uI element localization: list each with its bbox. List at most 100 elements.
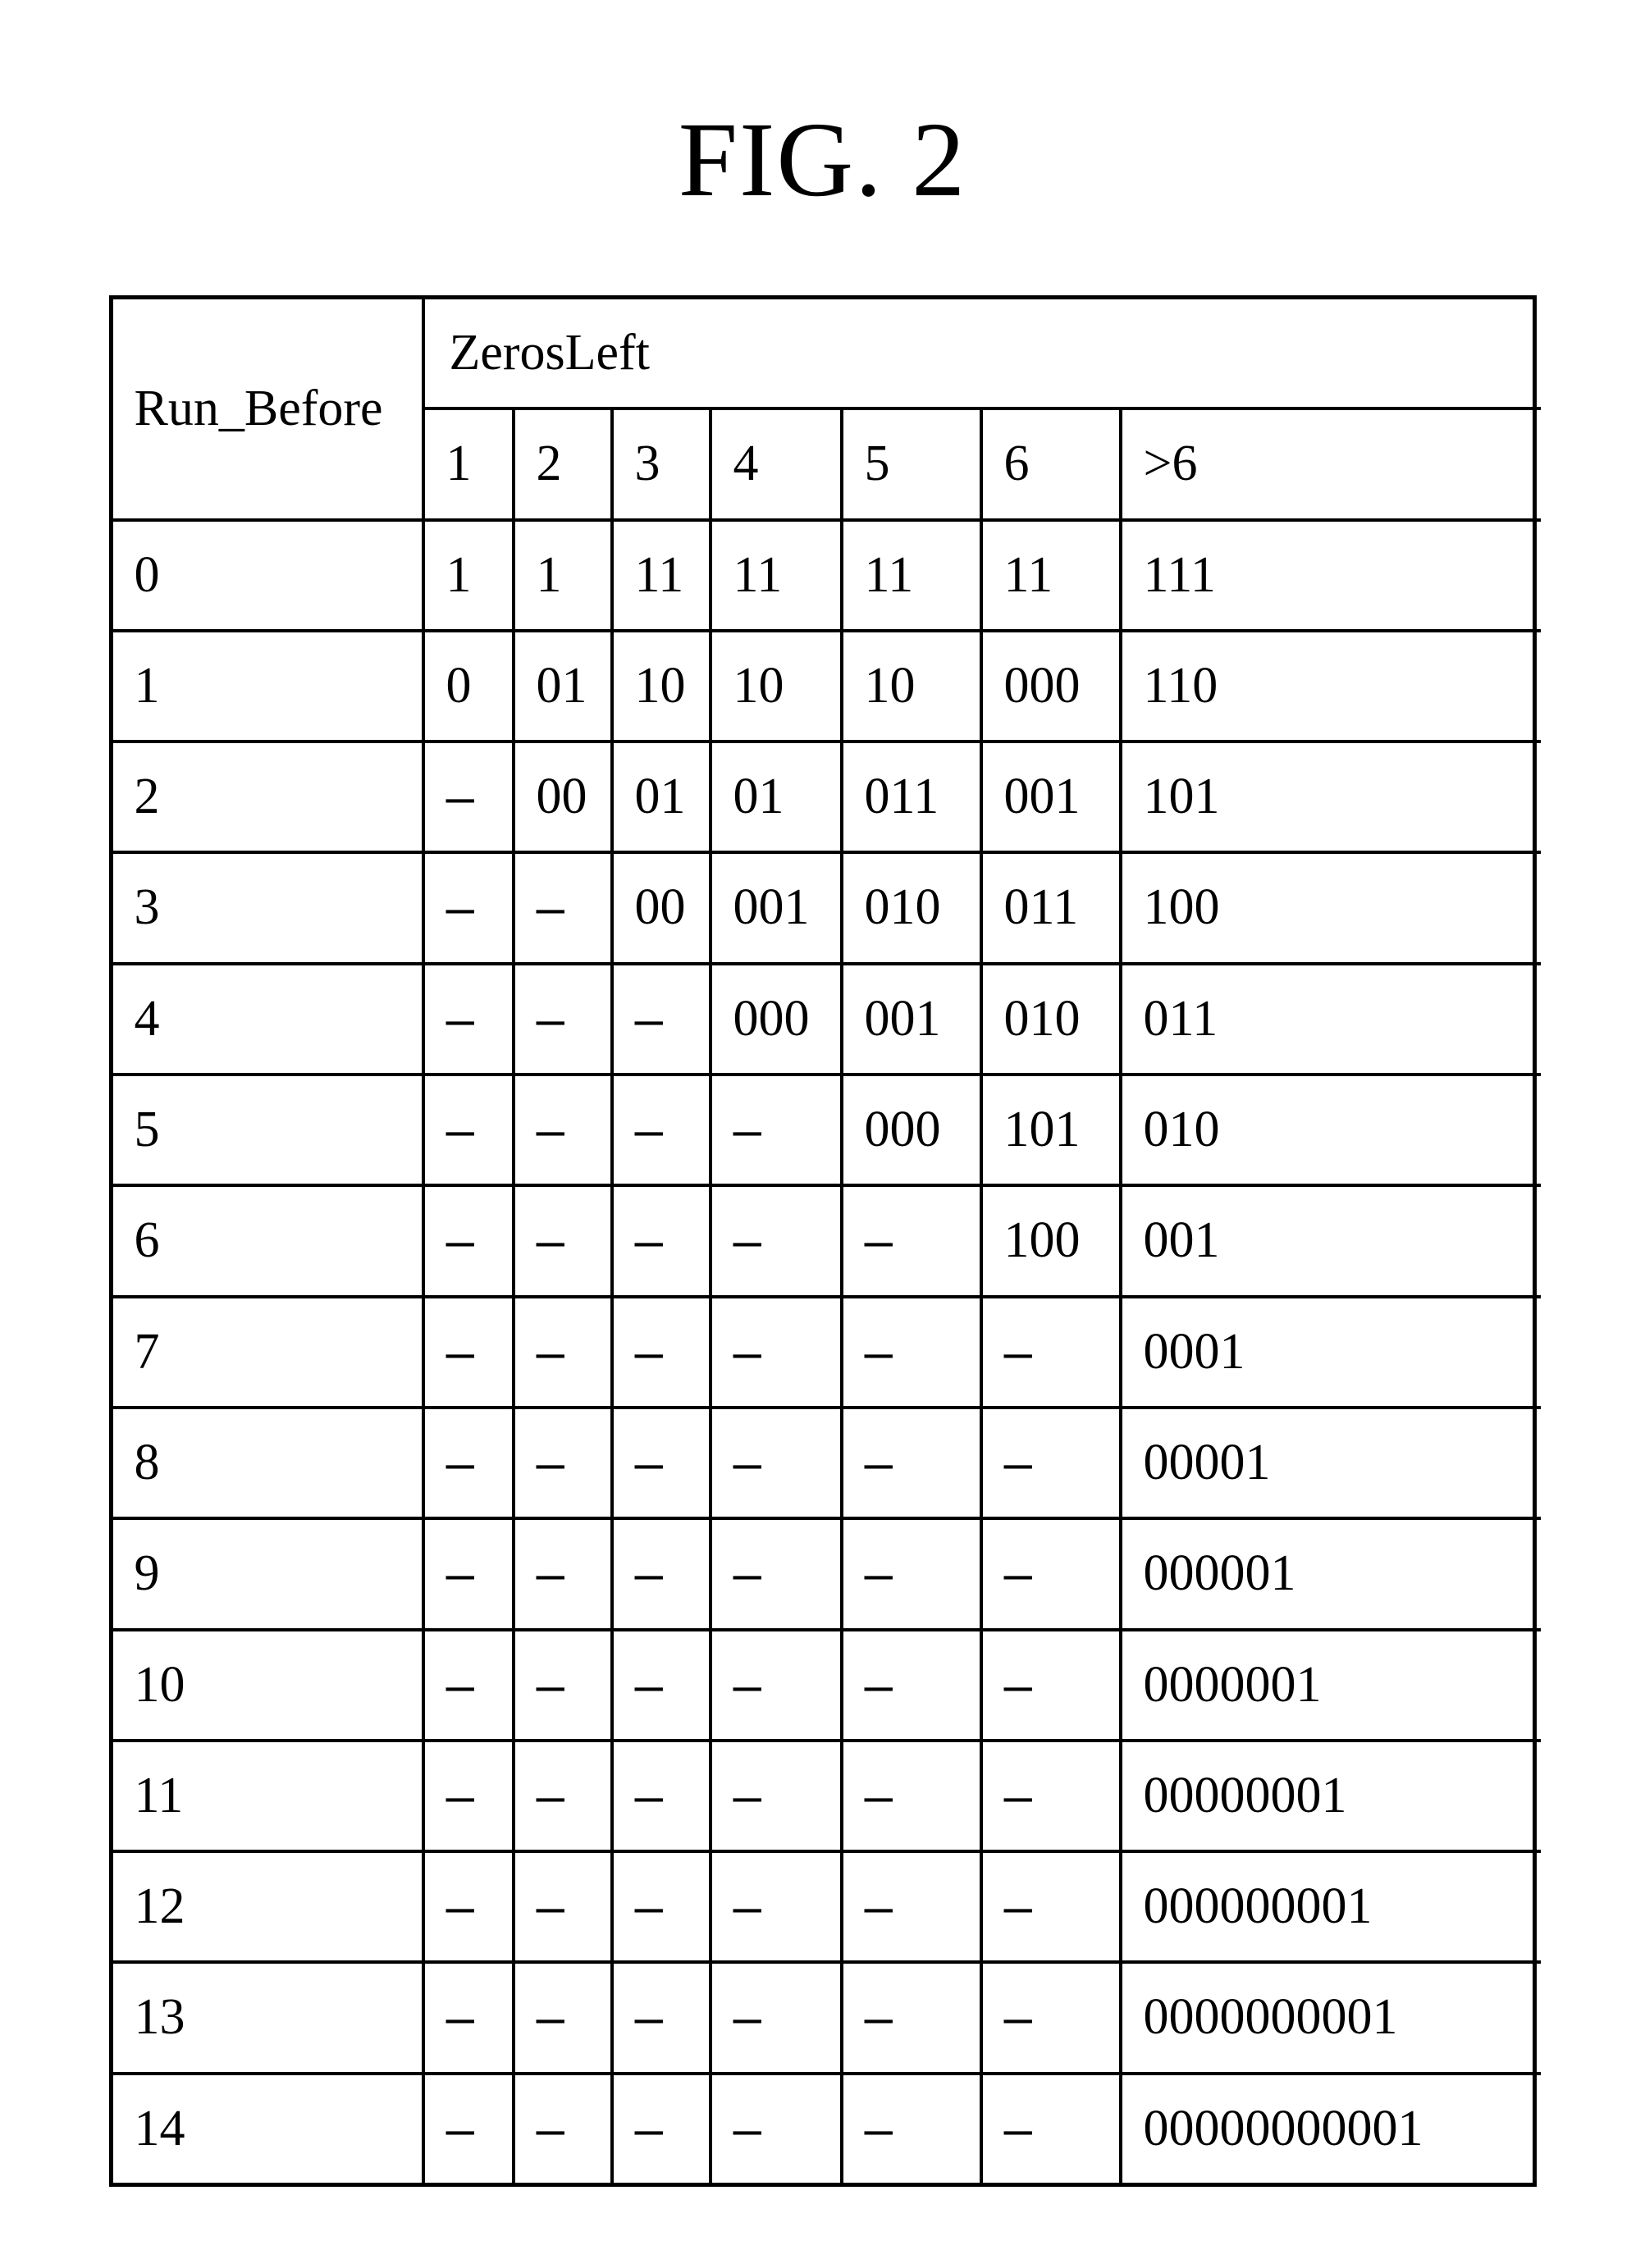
table-cell: – — [614, 1076, 712, 1187]
table-cell: – — [515, 1853, 614, 1964]
row-label: 11 — [113, 1742, 425, 1853]
table-cell: – — [425, 854, 515, 965]
table-cell: – — [614, 1520, 712, 1631]
row-label: 12 — [113, 1853, 425, 1964]
col-group-header: ZerosLeft — [425, 299, 1541, 410]
table-cell: 001 — [843, 965, 983, 1076]
table-cell: 11 — [712, 522, 843, 632]
table-cell: 101 — [983, 1076, 1122, 1187]
table-cell: – — [515, 854, 614, 965]
table-cell: – — [843, 1520, 983, 1631]
table-cell: – — [712, 1520, 843, 1631]
table-cell: – — [425, 1742, 515, 1853]
table-cell: 00 — [614, 854, 712, 965]
row-header: Run_Before — [113, 299, 425, 522]
table-cell: 1 — [425, 522, 515, 632]
table-cell: 000 — [712, 965, 843, 1076]
table-cell: – — [614, 965, 712, 1076]
table-cell: – — [425, 1409, 515, 1520]
table-cell: – — [425, 1076, 515, 1187]
row-label: 4 — [113, 965, 425, 1076]
table-cell: 11 — [614, 522, 712, 632]
table-cell: 00 — [515, 743, 614, 854]
row-label: 14 — [113, 2075, 425, 2183]
table-cell: – — [712, 2075, 843, 2183]
table-cell: 001 — [712, 854, 843, 965]
table-cell: 000 — [843, 1076, 983, 1187]
row-label: 6 — [113, 1187, 425, 1298]
table-cell: – — [712, 1409, 843, 1520]
table-cell: 10 — [614, 632, 712, 743]
table-cell: – — [425, 1964, 515, 2074]
col-header: 2 — [515, 410, 614, 521]
table-cell: 111 — [1122, 522, 1541, 632]
table-cell: 010 — [1122, 1076, 1541, 1187]
table-cell: – — [843, 1298, 983, 1409]
col-header: 6 — [983, 410, 1122, 521]
row-label: 1 — [113, 632, 425, 743]
table-cell: – — [614, 2075, 712, 2183]
table-cell: – — [983, 1631, 1122, 1742]
table-cell: 00001 — [1122, 1409, 1541, 1520]
table-cell: 0001 — [1122, 1298, 1541, 1409]
table-cell: – — [983, 1520, 1122, 1631]
table-cell: – — [843, 1742, 983, 1853]
table-cell: 01 — [515, 632, 614, 743]
table-cell: 001 — [983, 743, 1122, 854]
table-cell: – — [843, 1853, 983, 1964]
table-cell: 101 — [1122, 743, 1541, 854]
table-cell: – — [614, 1853, 712, 1964]
table-cell: – — [515, 1076, 614, 1187]
table-cell: – — [843, 1409, 983, 1520]
table-cell: – — [425, 1631, 515, 1742]
table-cell: – — [712, 1076, 843, 1187]
table-cell: – — [983, 1853, 1122, 1964]
table-cell: – — [515, 2075, 614, 2183]
table-cell: 000 — [983, 632, 1122, 743]
table-cell: – — [614, 1409, 712, 1520]
row-label: 5 — [113, 1076, 425, 1187]
table-cell: 11 — [983, 522, 1122, 632]
table-cell: 001 — [1122, 1187, 1541, 1298]
table-cell: – — [614, 1742, 712, 1853]
table-cell: 000001 — [1122, 1520, 1541, 1631]
table-cell: – — [425, 743, 515, 854]
run-before-table: Run_BeforeZerosLeft123456>60111111111111… — [109, 295, 1537, 2187]
table-cell: 110 — [1122, 632, 1541, 743]
table-cell: 010 — [983, 965, 1122, 1076]
col-header: 4 — [712, 410, 843, 521]
table-cell: – — [712, 1631, 843, 1742]
col-header: 1 — [425, 410, 515, 521]
table-cell: 0000000001 — [1122, 1964, 1541, 2074]
table-cell: 011 — [843, 743, 983, 854]
table-cell: – — [983, 2075, 1122, 2183]
table-cell: – — [614, 1631, 712, 1742]
table-cell: 0 — [425, 632, 515, 743]
table-cell: – — [425, 1853, 515, 1964]
row-label: 2 — [113, 743, 425, 854]
table-cell: – — [712, 1187, 843, 1298]
table-cell: – — [515, 1631, 614, 1742]
table-cell: – — [843, 1964, 983, 2074]
table-cell: 000000001 — [1122, 1853, 1541, 1964]
table-cell: – — [515, 965, 614, 1076]
table-cell: – — [712, 1964, 843, 2074]
col-header: >6 — [1122, 410, 1541, 521]
table-cell: – — [515, 1520, 614, 1631]
table-cell: – — [515, 1964, 614, 2074]
row-label: 9 — [113, 1520, 425, 1631]
table-cell: – — [425, 1520, 515, 1631]
table-cell: 100 — [983, 1187, 1122, 1298]
figure-page: FIG. 2 Run_BeforeZerosLeft123456>6011111… — [0, 0, 1645, 2268]
table-cell: 11 — [843, 522, 983, 632]
table-cell: 011 — [1122, 965, 1541, 1076]
table-cell: – — [843, 1187, 983, 1298]
table-cell: – — [983, 1742, 1122, 1853]
col-header: 5 — [843, 410, 983, 521]
table-cell: 01 — [712, 743, 843, 854]
table-cell: 00000000001 — [1122, 2075, 1541, 2183]
table-cell: – — [983, 1409, 1122, 1520]
table-cell: 100 — [1122, 854, 1541, 965]
row-label: 7 — [113, 1298, 425, 1409]
table-cell: 01 — [614, 743, 712, 854]
